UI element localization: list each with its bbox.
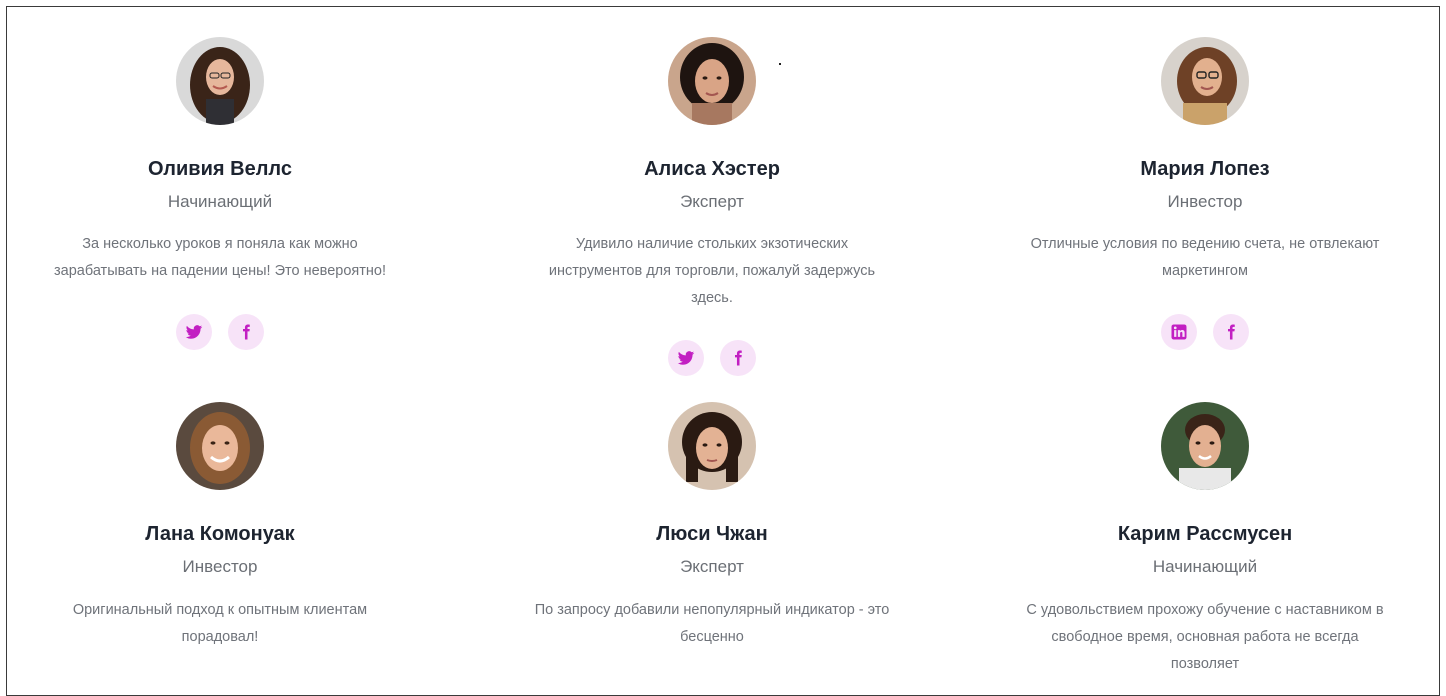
person-name: Алиса Хэстер <box>644 158 780 180</box>
avatar <box>176 402 264 490</box>
quote-line: здесь. <box>691 290 733 306</box>
avatar-photo <box>668 402 756 490</box>
quote-text: Оригинальный подход к опытным клиентам п… <box>0 597 440 651</box>
facebook-icon <box>243 324 250 340</box>
quote-text: По запросу добавили непопулярный индикат… <box>482 597 942 651</box>
quote-text: Удивило наличие стольких экзотических ин… <box>492 231 932 312</box>
person-name: Лана Комонуак <box>145 523 295 545</box>
person-role: Инвестор <box>182 557 258 576</box>
stray-dot <box>779 63 781 65</box>
twitter-button[interactable] <box>668 340 704 376</box>
social-links <box>0 314 460 350</box>
facebook-icon <box>1228 324 1235 340</box>
linkedin-button[interactable] <box>1161 314 1197 350</box>
avatar <box>176 37 264 125</box>
quote-text: За несколько уроков я поняла как можно з… <box>0 231 440 285</box>
quote-text: Отличные условия по ведению счета, не от… <box>975 231 1435 285</box>
person-role: Начинающий <box>1152 557 1258 576</box>
quote-line: По запросу добавили непопулярный индикат… <box>534 602 890 618</box>
quote-line: инструментов для торговли, пожалуй задер… <box>548 263 876 279</box>
quote-line: позволяет <box>1170 656 1240 672</box>
quote-line: Удивило наличие стольких экзотических <box>575 236 849 252</box>
person-name: Мария Лопез <box>1140 158 1270 180</box>
person-role: Начинающий <box>167 192 273 211</box>
facebook-icon <box>735 350 742 366</box>
social-links <box>965 314 1445 350</box>
quote-line: маркетингом <box>1162 263 1248 279</box>
social-links <box>472 340 952 376</box>
avatar <box>668 37 756 125</box>
avatar-photo <box>1161 402 1249 490</box>
quote-line: свободное время, основная работа не всег… <box>1051 629 1359 645</box>
person-role: Инвестор <box>1167 192 1243 211</box>
linkedin-icon <box>1171 324 1187 340</box>
person-role: Эксперт <box>680 557 744 576</box>
avatar <box>1161 37 1249 125</box>
avatar-photo <box>1161 37 1249 125</box>
avatar <box>1161 402 1249 490</box>
quote-line: бесценно <box>680 629 744 645</box>
facebook-button[interactable] <box>1213 314 1249 350</box>
quote-line: порадовал! <box>181 629 259 645</box>
avatar <box>668 402 756 490</box>
person-name: Оливия Веллс <box>148 158 292 180</box>
avatar-photo <box>176 402 264 490</box>
avatar-photo <box>668 37 756 125</box>
avatar-photo <box>176 37 264 125</box>
twitter-icon <box>677 351 695 365</box>
quote-text: С удовольствием прохожу обучение с наста… <box>975 597 1435 678</box>
quote-line: зарабатывать на падении цены! Это неверо… <box>54 263 386 279</box>
person-name: Карим Рассмусен <box>1117 523 1293 545</box>
facebook-button[interactable] <box>720 340 756 376</box>
twitter-button[interactable] <box>176 314 212 350</box>
twitter-icon <box>185 325 203 339</box>
person-role: Эксперт <box>680 192 744 211</box>
facebook-button[interactable] <box>228 314 264 350</box>
quote-line: За несколько уроков я поняла как можно <box>82 236 358 252</box>
person-name: Люси Чжан <box>656 523 768 545</box>
quote-line: Отличные условия по ведению счета, не от… <box>1030 236 1380 252</box>
quote-line: С удовольствием прохожу обучение с наста… <box>1026 602 1384 618</box>
quote-line: Оригинальный подход к опытным клиентам <box>72 602 368 618</box>
